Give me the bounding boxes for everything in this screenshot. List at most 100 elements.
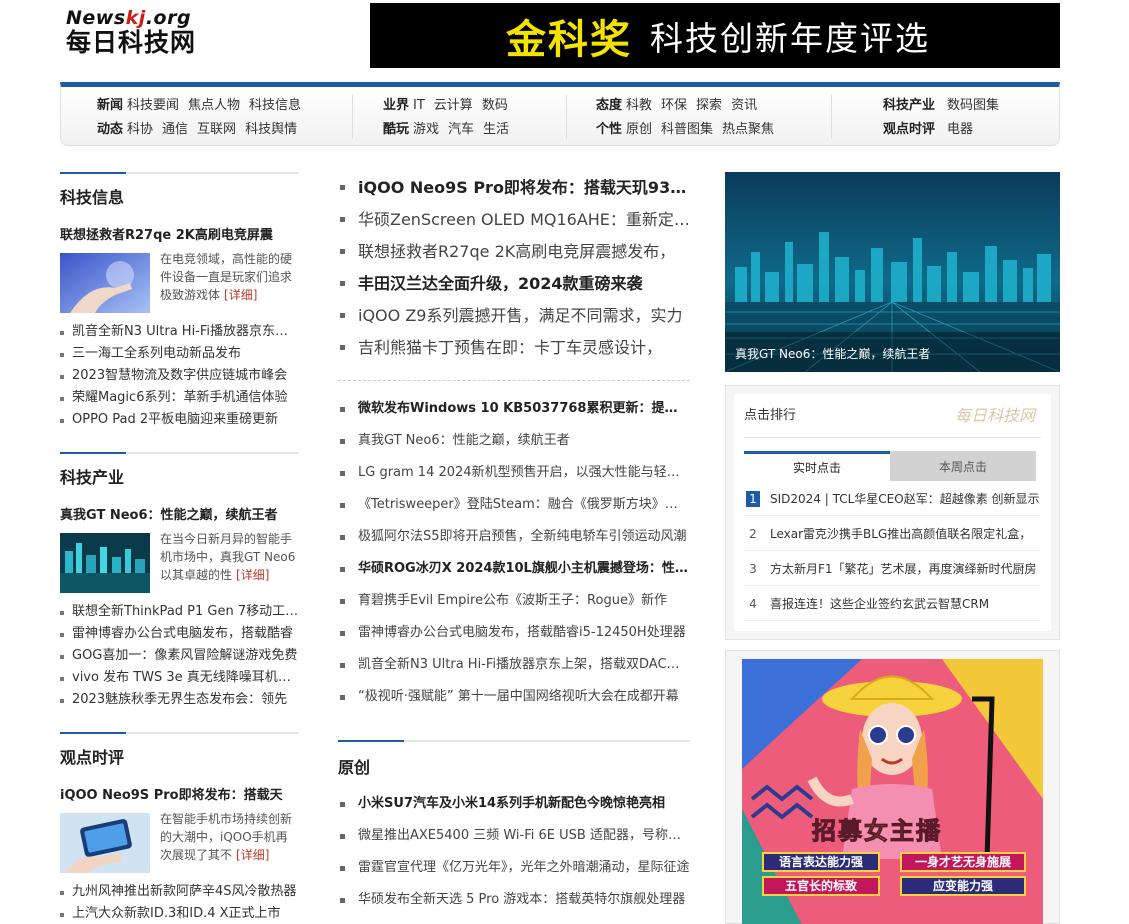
nav-link[interactable]: 科技舆情	[245, 122, 297, 137]
section-title[interactable]: 原创	[338, 742, 690, 778]
thumbnail-phone-in-hand-image[interactable]	[60, 813, 150, 873]
nav-link[interactable]: 环保	[661, 98, 687, 113]
nav-head[interactable]: 动态	[97, 122, 123, 137]
list-item[interactable]: 九州风神推出新款阿萨辛4S风冷散热器	[60, 881, 299, 903]
nav-link[interactable]: 科普图集	[661, 122, 713, 137]
ranking-item[interactable]: 2 Lexar雷克沙携手BLG推出高颜值联名限定礼盒，	[744, 516, 1041, 551]
list-item[interactable]: 上汽大众新款ID.3和ID.4 X正式上市	[60, 903, 299, 924]
nav-group-industry: 业界 IT 云计算 数码 酷玩 游戏 汽车 生活	[383, 94, 518, 142]
nav-head[interactable]: 酷玩	[383, 122, 409, 137]
nav-head[interactable]: 新闻	[97, 98, 123, 113]
nav-head[interactable]: 个性	[596, 122, 622, 137]
headline-item[interactable]: 华硕ZenScreen OLED MQ16AHE：重新定义便携显示器	[338, 204, 690, 236]
ranking-item[interactable]: 3 方太新月F1「繁花」艺术展，再度演绎新时代厨房	[744, 551, 1041, 586]
headline-item[interactable]: 吉利熊猫卡丁预售在即：卡丁车灵感设计，	[338, 332, 690, 364]
news-item[interactable]: 小米SU7汽车及小米14系列手机新配色今晚惊艳亮相	[338, 788, 690, 820]
logo-domain: Newskj.org	[66, 7, 192, 29]
section-tech-industry: 科技产业 真我GT Neo6：性能之巅，续航王者 在当今日新月异的智能手机市场中…	[60, 452, 299, 711]
tab-weekly[interactable]: 本周点击	[890, 451, 1036, 481]
headline-item[interactable]: iQOO Z9系列震撼开售，满足不同需求，实力	[338, 300, 690, 332]
news-item[interactable]: 华硕发布全新天选 5 Pro 游戏本：搭载英特尔旗舰处理器	[338, 884, 690, 916]
news-item[interactable]: 《Tetrisweeper》登陆Steam：融合《俄罗斯方块》与扫雷	[338, 489, 690, 521]
list-item[interactable]: 2023智慧物流及数字供应链城市峰会	[60, 365, 299, 387]
news-item[interactable]: 雷霆官宣代理《亿万光年》，光年之外暗潮涌动，星际征途	[338, 852, 690, 884]
list-item[interactable]: 凯音全新N3 Ultra Hi-Fi播放器京东上架	[60, 321, 299, 343]
list-item[interactable]: 雷神博睿办公台式电脑发布，搭载酷睿	[60, 623, 299, 645]
featured-title[interactable]: 真我GT Neo6：性能之巅，续航王者	[60, 507, 299, 525]
ad-tag: 应变能力强	[900, 876, 1026, 896]
nav-link[interactable]: 云计算	[434, 98, 473, 113]
tab-realtime[interactable]: 实时点击	[744, 451, 890, 481]
nav-link[interactable]: 科技要闻	[127, 98, 179, 113]
news-item[interactable]: “极视听·强赋能” 第十一届中国网络视听大会在成都开幕	[338, 681, 690, 713]
ranking-item[interactable]: 1 SID2024 | TCL华星CEO赵军：超越像素 创新显示	[744, 481, 1041, 516]
nav-link[interactable]: 汽车	[448, 122, 474, 137]
logo-name: 每日科技网	[66, 28, 197, 57]
nav-link[interactable]: 数码图集	[947, 98, 999, 113]
detail-link[interactable]: [详细]	[236, 848, 269, 862]
featured-image-card[interactable]: 真我GT Neo6：性能之巅，续航王者	[725, 172, 1060, 372]
nav-head[interactable]: 科技产业	[883, 98, 935, 113]
news-item[interactable]: 真我GT Neo6：性能之巅，续航王者	[338, 425, 690, 457]
nav-link[interactable]: 资讯	[731, 98, 757, 113]
news-item[interactable]: 极狐阿尔法S5即将开启预售，全新纯电轿车引领运动风潮	[338, 521, 690, 553]
ad-tag: 五官长的标致	[762, 876, 880, 896]
rank-number: 4	[749, 597, 757, 611]
nav-link[interactable]: 生活	[483, 122, 509, 137]
ranking-item[interactable]: 4 喜报连连！这些企业签约玄武云智慧CRM	[744, 586, 1041, 621]
list-item[interactable]: 2023魅族秋季无界生态发布会：领先	[60, 689, 299, 711]
nav-link[interactable]: 数码	[482, 98, 508, 113]
nav-head[interactable]: 业界	[383, 98, 409, 113]
section-title[interactable]: 观点时评	[60, 734, 299, 768]
nav-head[interactable]: 观点时评	[883, 122, 935, 137]
ranking-tabs: 实时点击 本周点击	[744, 451, 1041, 481]
nav-head[interactable]: 态度	[596, 98, 622, 113]
thumbnail-hand-hologram-image[interactable]	[60, 253, 150, 313]
nav-link[interactable]: 热点聚焦	[722, 122, 774, 137]
nav-link[interactable]: 电器	[947, 122, 973, 137]
featured-title[interactable]: iQOO Neo9S Pro即将发布：搭载天	[60, 787, 299, 805]
news-item[interactable]: LG gram 14 2024新机型预售开启，以强大性能与轻薄设计	[338, 457, 690, 489]
nav-link[interactable]: 焦点人物	[188, 98, 240, 113]
headline-item[interactable]: 联想拯救者R27qe 2K高刷电竞屏震撼发布，	[338, 236, 690, 268]
news-item[interactable]: 育碧携手Evil Empire公布《波斯王子：Rogue》新作	[338, 585, 690, 617]
rank-title: 方太新月F1「繁花」艺术展，再度演绎新时代厨房	[770, 562, 1037, 576]
nav-link[interactable]: 互联网	[197, 122, 236, 137]
detail-link[interactable]: [详细]	[236, 568, 269, 582]
nav-link[interactable]: 科技信息	[249, 98, 301, 113]
news-item[interactable]: 华硕ROG冰刃X 2024款10L旗舰小主机震撼登场：性能强悍	[338, 553, 690, 585]
news-item[interactable]: 凯音全新N3 Ultra Hi-Fi播放器京东上架，搭载双DAC芯片	[338, 649, 690, 681]
nav-link[interactable]: 探索	[696, 98, 722, 113]
ranking-list: 1 SID2024 | TCL华星CEO赵军：超越像素 创新显示 2 Lexar雷克…	[744, 481, 1041, 621]
headline-item[interactable]: 丰田汉兰达全面升级，2024款重磅来袭	[338, 268, 690, 300]
list-item[interactable]: GOG喜加一：像素风冒险解谜游戏免费	[60, 645, 299, 667]
featured-caption[interactable]: 真我GT Neo6：性能之巅，续航王者	[735, 345, 930, 362]
nav-link[interactable]: 原创	[626, 122, 652, 137]
nav-link[interactable]: 游戏	[413, 122, 439, 137]
section-opinion: 观点时评 iQOO Neo9S Pro即将发布：搭载天 在智能手机市场持续创新的…	[60, 732, 299, 924]
thumbnail-city-skyline-image[interactable]	[60, 533, 150, 593]
top-banner-ad[interactable]: 金科奖 科技创新年度评选	[370, 3, 1060, 68]
list-item[interactable]: OPPO Pad 2平板电脑迎来重磅更新	[60, 409, 299, 431]
nav-link[interactable]: 科协	[127, 122, 153, 137]
nav-link[interactable]: IT	[413, 98, 425, 113]
nav-link[interactable]: 通信	[162, 122, 188, 137]
detail-link[interactable]: [详细]	[224, 288, 257, 302]
list-item[interactable]: vivo 发布 TWS 3e 真无线降噪耳机发布	[60, 667, 299, 689]
headline-item[interactable]: iQOO Neo9S Pro即将发布：搭载天玑9300+	[338, 172, 690, 204]
news-item[interactable]: 微软发布Windows 10 KB5037768累积更新：提升系统稳定性	[338, 393, 690, 425]
original-list: 小米SU7汽车及小米14系列手机新配色今晚惊艳亮相 微星推出AXE5400 三频…	[338, 788, 690, 916]
ad-tag: 一身才艺无身施展	[900, 852, 1026, 872]
news-item[interactable]: 雷神博睿办公台式电脑发布，搭载酷睿i5-12450H处理器	[338, 617, 690, 649]
list-item[interactable]: 联想全新ThinkPad P1 Gen 7移动工作站	[60, 601, 299, 623]
section-title[interactable]: 科技产业	[60, 454, 299, 488]
list-item[interactable]: 三一海工全系列电动新品发布	[60, 343, 299, 365]
list-item[interactable]: 荣耀Magic6系列：革新手机通信体验	[60, 387, 299, 409]
host-recruitment-ad[interactable]: 招募女主播 语言表达能力强 一身才艺无身施展 五官长的标致 应变能力强	[742, 659, 1043, 924]
news-item[interactable]: 微星推出AXE5400 三频 Wi-Fi 6E USB 适配器，号称性能强劲	[338, 820, 690, 852]
site-logo[interactable]: Newskj.org 每日科技网	[66, 8, 216, 60]
nav-link[interactable]: 科教	[626, 98, 652, 113]
rank-number: 1	[746, 491, 760, 507]
section-title[interactable]: 科技信息	[60, 174, 299, 208]
featured-title[interactable]: 联想拯救者R27qe 2K高刷电竞屏震	[60, 227, 299, 245]
